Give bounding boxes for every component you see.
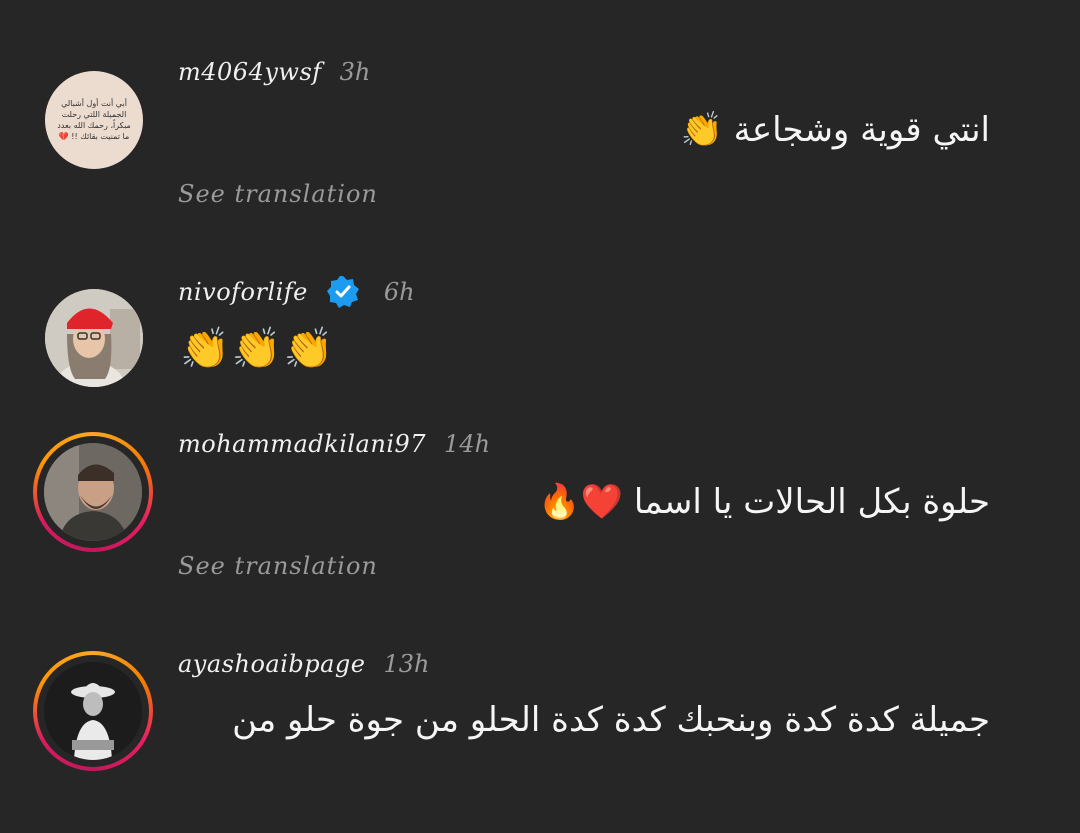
comment-item: ayashoaibpage 13h جميلة كدة كدة وبنحبك ك… [0,0,1080,833]
timestamp: 13h [383,650,430,678]
comment-text: جميلة كدة كدة وبنحبك كدة كدة الحلو من جو… [232,700,990,740]
avatar-story-ring[interactable] [33,651,153,771]
username[interactable]: ayashoaibpage [178,650,365,678]
person-photo [44,662,142,760]
